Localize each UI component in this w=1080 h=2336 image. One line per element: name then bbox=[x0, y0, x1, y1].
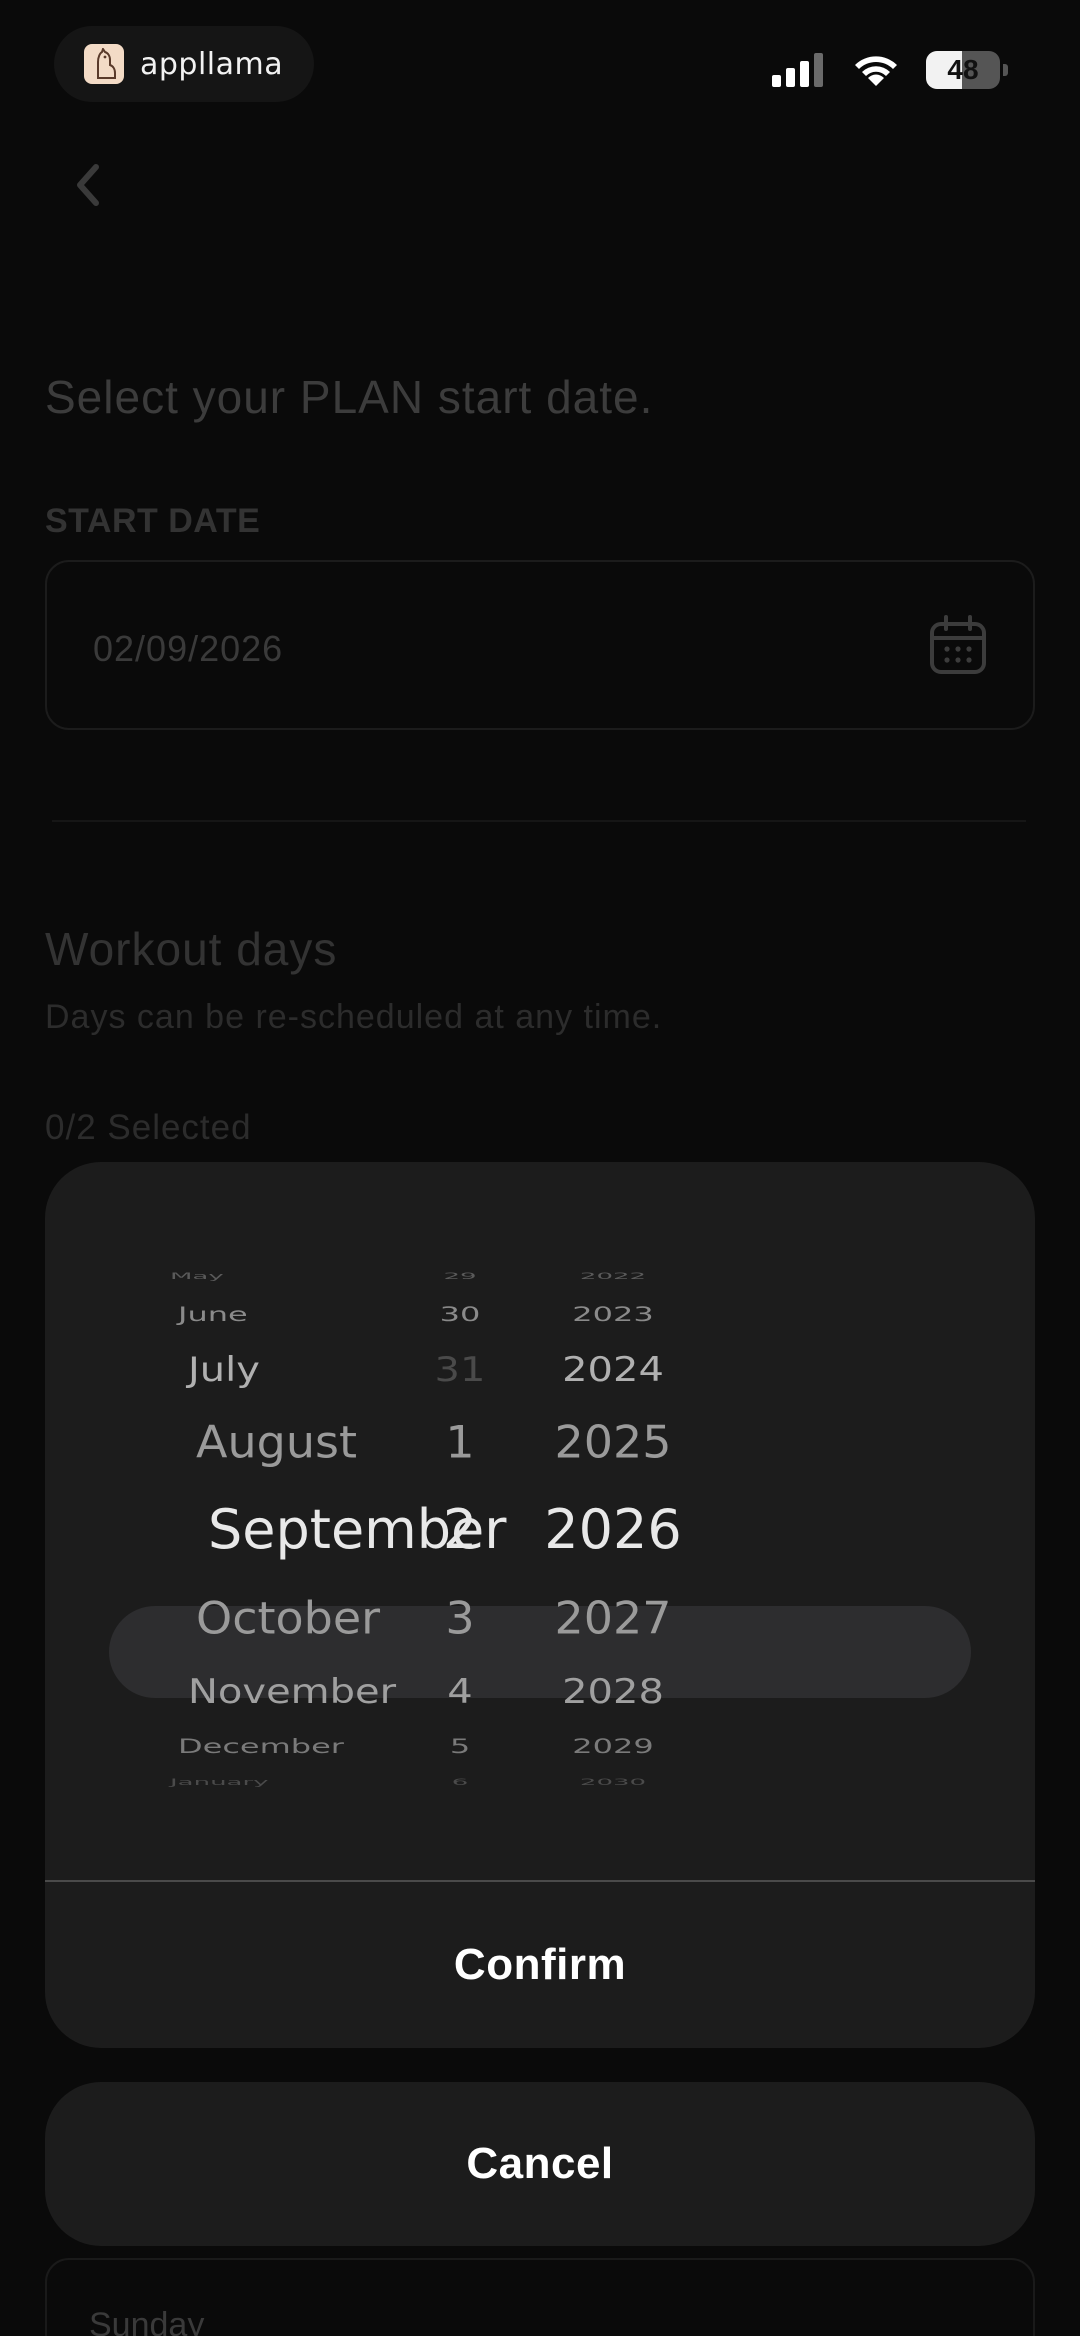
day-option[interactable]: 3 bbox=[445, 1589, 474, 1647]
picker-row[interactable]: January 6 2030 bbox=[45, 1752, 1035, 1812]
day-option[interactable]: 31 bbox=[435, 1345, 486, 1396]
day-option[interactable]: 1 bbox=[445, 1413, 474, 1471]
start-date-label: START DATE bbox=[45, 502, 261, 540]
calendar-icon[interactable] bbox=[927, 614, 989, 676]
day-label: Sunday bbox=[89, 2306, 205, 2336]
year-option[interactable]: 2026 bbox=[544, 1500, 681, 1560]
picker-row[interactable]: October 3 2027 bbox=[45, 1588, 1035, 1648]
picker-row-selected[interactable]: September 2 2026 bbox=[45, 1500, 1035, 1560]
page-heading: Select your PLAN start date. bbox=[45, 371, 654, 423]
month-option[interactable]: January bbox=[170, 1772, 269, 1793]
workout-days-title: Workout days bbox=[45, 923, 338, 975]
year-option[interactable]: 2025 bbox=[554, 1413, 671, 1471]
month-option[interactable]: October bbox=[196, 1589, 380, 1647]
confirm-button[interactable]: Confirm bbox=[45, 1882, 1035, 2048]
day-option-sunday[interactable]: Sunday bbox=[45, 2258, 1035, 2336]
selected-count: 0/2 Selected bbox=[45, 1108, 252, 1147]
picker-row[interactable]: August 1 2025 bbox=[45, 1412, 1035, 1472]
cancel-button[interactable]: Cancel bbox=[45, 2082, 1035, 2246]
day-option[interactable]: 30 bbox=[440, 1295, 481, 1332]
month-option[interactable]: July bbox=[188, 1345, 260, 1396]
chevron-left-icon bbox=[77, 164, 99, 206]
date-wheel[interactable]: May 29 2022 June 30 2023 July 31 2024 August 1 2025… bbox=[45, 1271, 1035, 1787]
day-option[interactable]: 2 bbox=[443, 1500, 477, 1560]
day-option[interactable]: 4 bbox=[447, 1667, 472, 1718]
start-date-value: 02/09/2026 bbox=[93, 628, 284, 669]
month-option[interactable]: November bbox=[188, 1667, 396, 1718]
start-date-field[interactable]: 02/09/2026 bbox=[45, 560, 1035, 730]
year-option[interactable]: 2024 bbox=[562, 1345, 664, 1396]
day-option[interactable]: 6 bbox=[452, 1772, 469, 1793]
year-option[interactable]: 2028 bbox=[562, 1667, 664, 1718]
year-option[interactable]: 2030 bbox=[580, 1772, 646, 1793]
month-option[interactable]: August bbox=[196, 1413, 357, 1471]
year-option[interactable]: 2027 bbox=[554, 1589, 671, 1647]
back-button[interactable] bbox=[64, 155, 114, 215]
date-picker-sheet: May 29 2022 June 30 2023 July 31 2024 August 1 2025… bbox=[45, 1162, 1035, 2048]
picker-row[interactable]: November 4 2028 bbox=[45, 1662, 1035, 1722]
picker-row[interactable]: June 30 2023 bbox=[45, 1284, 1035, 1344]
month-option[interactable]: June bbox=[178, 1295, 248, 1332]
picker-row[interactable]: July 31 2024 bbox=[45, 1340, 1035, 1400]
section-divider bbox=[52, 820, 1026, 822]
workout-days-subtitle: Days can be re-scheduled at any time. bbox=[45, 998, 663, 1036]
year-option[interactable]: 2023 bbox=[572, 1295, 653, 1332]
